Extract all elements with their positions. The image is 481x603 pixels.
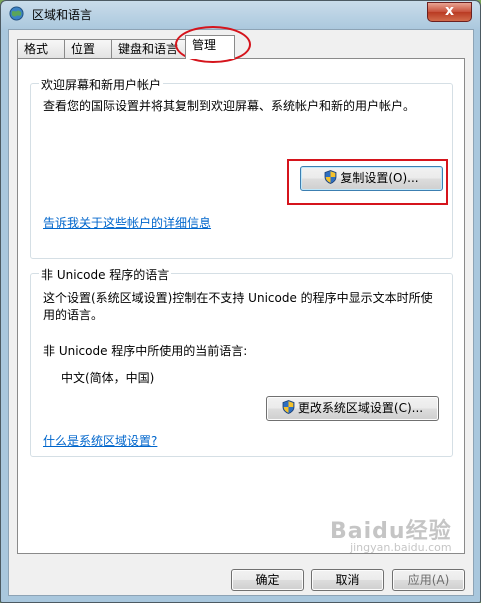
apply-button[interactable]: 应用(A) bbox=[392, 569, 465, 591]
uac-shield-icon bbox=[282, 400, 295, 414]
non-unicode-description-line2: 用的语言。 bbox=[43, 308, 104, 322]
cancel-button[interactable]: 取消 bbox=[311, 569, 384, 591]
system-locale-help-link[interactable]: 什么是系统区域设置? bbox=[43, 432, 157, 449]
change-system-locale-label: 更改系统区域设置(C)... bbox=[297, 401, 424, 415]
baidu-watermark: Baidu经验 jingyan.baidu.com bbox=[330, 513, 452, 554]
ok-button[interactable]: 确定 bbox=[231, 569, 304, 591]
tab-panel-administrative: 欢迎屏幕和新用户帐户 查看您的国际设置并将其复制到欢迎屏幕、系统帐户和新的用户帐… bbox=[17, 58, 465, 554]
tab-location[interactable]: 位置 bbox=[64, 39, 112, 58]
close-button[interactable]: x bbox=[427, 2, 472, 22]
current-language-value: 中文(简体，中国) bbox=[61, 371, 155, 385]
account-details-link[interactable]: 告诉我关于这些帐户的详细信息 bbox=[43, 214, 211, 231]
welcome-description: 查看您的国际设置并将其复制到欢迎屏幕、系统帐户和新的用户帐户。 bbox=[43, 99, 416, 113]
highlight-rect bbox=[287, 159, 448, 205]
change-system-locale-button[interactable]: 更改系统区域设置(C)... bbox=[266, 396, 439, 421]
group-label-non-unicode: 非 Unicode 程序的语言 bbox=[39, 266, 172, 283]
non-unicode-group: 非 Unicode 程序的语言 这个设置(系统区域设置)控制在不支持 Unico… bbox=[30, 266, 453, 457]
non-unicode-description-line1: 这个设置(系统区域设置)控制在不支持 Unicode 的程序中显示文本时所使 bbox=[43, 291, 433, 305]
close-icon: x bbox=[444, 3, 455, 19]
tab-administrative[interactable]: 管理 bbox=[185, 35, 235, 59]
current-language-label: 非 Unicode 程序中所使用的当前语言: bbox=[43, 344, 248, 358]
window-title: 区域和语言 bbox=[32, 8, 93, 22]
dialog-body: 格式 位置 键盘和语言 管理 欢迎屏幕和新用户帐户 查看您的国际设置并将其复制到… bbox=[8, 29, 474, 596]
title-bar[interactable]: 区域和语言 x bbox=[1, 1, 480, 27]
globe-icon bbox=[9, 6, 24, 21]
tab-format[interactable]: 格式 bbox=[17, 39, 65, 58]
group-label-welcome: 欢迎屏幕和新用户帐户 bbox=[39, 76, 164, 93]
